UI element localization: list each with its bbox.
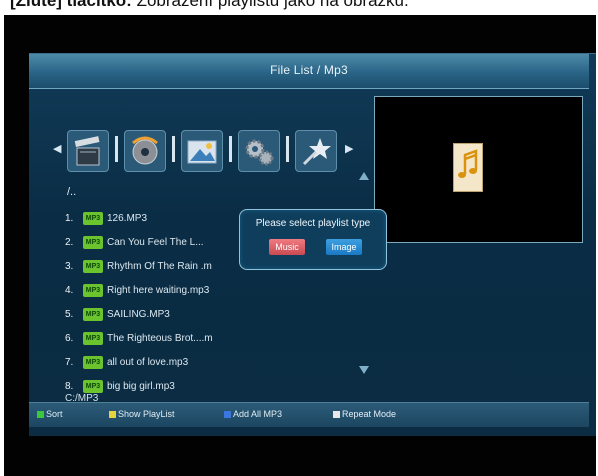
item-number: 5. bbox=[65, 308, 74, 320]
separator bbox=[172, 136, 175, 162]
separator bbox=[286, 136, 289, 162]
playlist-type-dialog: Please select playlist type Music Image bbox=[239, 209, 387, 270]
mp3-badge-icon: MP3 bbox=[83, 283, 103, 297]
file-name: 126.MP3 bbox=[107, 212, 148, 224]
item-number: 6. bbox=[65, 332, 74, 344]
picture-icon[interactable] bbox=[181, 130, 223, 172]
add-all-key[interactable]: Add All MP3 bbox=[224, 409, 282, 419]
music-disc-icon[interactable] bbox=[124, 130, 166, 172]
blue-key-icon bbox=[224, 410, 231, 418]
white-key-icon bbox=[333, 410, 340, 418]
item-number: 8. bbox=[65, 380, 74, 392]
repeat-mode-key[interactable]: Repeat Mode bbox=[333, 409, 396, 419]
file-name: SAILING.MP3 bbox=[107, 308, 170, 320]
mp3-badge-icon: MP3 bbox=[83, 235, 103, 249]
item-number: 2. bbox=[65, 236, 74, 248]
document-caption: [Žluté] tlačítko: Zobrazení playlistu ja… bbox=[10, 0, 409, 10]
file-list-item[interactable]: 4. MP3 Right here waiting.mp3 bbox=[65, 278, 345, 302]
preview-window bbox=[374, 96, 583, 243]
parent-folder-item[interactable]: /.. bbox=[67, 186, 76, 198]
file-list-item[interactable]: 7. MP3 all out of love.mp3 bbox=[65, 350, 345, 374]
mp3-badge-icon: MP3 bbox=[83, 307, 103, 321]
file-name: Rhythm Of The Rain .m bbox=[107, 260, 212, 272]
show-playlist-label: Show PlayList bbox=[118, 409, 175, 419]
add-all-label: Add All MP3 bbox=[233, 409, 283, 419]
item-number: 4. bbox=[65, 284, 74, 296]
show-playlist-key[interactable]: Show PlayList bbox=[109, 409, 175, 419]
movie-clapper-icon[interactable] bbox=[67, 130, 109, 172]
sort-key[interactable]: Sort bbox=[37, 409, 63, 419]
file-list-item[interactable]: 6. MP3 The Righteous Brot....m bbox=[65, 326, 345, 350]
separator bbox=[229, 136, 232, 162]
yellow-key-icon bbox=[109, 410, 116, 418]
scroll-down-icon[interactable] bbox=[359, 366, 369, 374]
file-name: big big girl.mp3 bbox=[107, 380, 175, 392]
left-arrow-icon[interactable]: ◀ bbox=[53, 142, 61, 155]
image-button[interactable]: Image bbox=[326, 239, 362, 255]
repeat-mode-label: Repeat Mode bbox=[342, 409, 397, 419]
separator bbox=[115, 136, 118, 162]
sort-label: Sort bbox=[46, 409, 63, 419]
function-key-bar: Sort Show PlayList Add All MP3 Repeat Mo… bbox=[29, 402, 589, 427]
item-number: 7. bbox=[65, 356, 74, 368]
tv-screen: File List / Mp3 ◀ ▶ /.. 1. MP3 126.MP3 2… bbox=[4, 15, 596, 476]
file-list-item[interactable]: 5. MP3 SAILING.MP3 bbox=[65, 302, 345, 326]
file-list-window: File List / Mp3 ◀ ▶ /.. 1. MP3 126.MP3 2… bbox=[29, 53, 596, 436]
mp3-badge-icon: MP3 bbox=[83, 259, 103, 273]
title-bar: File List / Mp3 bbox=[29, 54, 589, 89]
file-name: Right here waiting.mp3 bbox=[107, 284, 210, 296]
caption-text: Zobrazení playlistu jako na obrázku. bbox=[131, 0, 409, 10]
dialog-message: Please select playlist type bbox=[255, 218, 371, 229]
favourites-star-icon[interactable] bbox=[295, 130, 337, 172]
mp3-badge-icon: MP3 bbox=[83, 379, 103, 393]
music-button[interactable]: Music bbox=[269, 239, 305, 255]
mp3-badge-icon: MP3 bbox=[83, 331, 103, 345]
green-key-icon bbox=[37, 410, 44, 418]
file-name: The Righteous Brot....m bbox=[107, 332, 213, 344]
file-list-item[interactable]: 8. MP3 big big girl.mp3 bbox=[65, 374, 345, 398]
scroll-up-icon[interactable] bbox=[359, 172, 369, 180]
window-title: File List / Mp3 bbox=[270, 63, 348, 77]
right-arrow-icon[interactable]: ▶ bbox=[345, 142, 353, 155]
mp3-badge-icon: MP3 bbox=[83, 211, 103, 225]
music-file-icon bbox=[453, 143, 483, 192]
item-number: 3. bbox=[65, 260, 74, 272]
file-name: Can You Feel The L... bbox=[107, 236, 204, 248]
item-number: 1. bbox=[65, 212, 74, 224]
file-name: all out of love.mp3 bbox=[107, 356, 189, 368]
settings-gears-icon[interactable] bbox=[238, 130, 280, 172]
mp3-badge-icon: MP3 bbox=[83, 355, 103, 369]
caption-bold: [Žluté] tlačítko: bbox=[10, 0, 132, 10]
